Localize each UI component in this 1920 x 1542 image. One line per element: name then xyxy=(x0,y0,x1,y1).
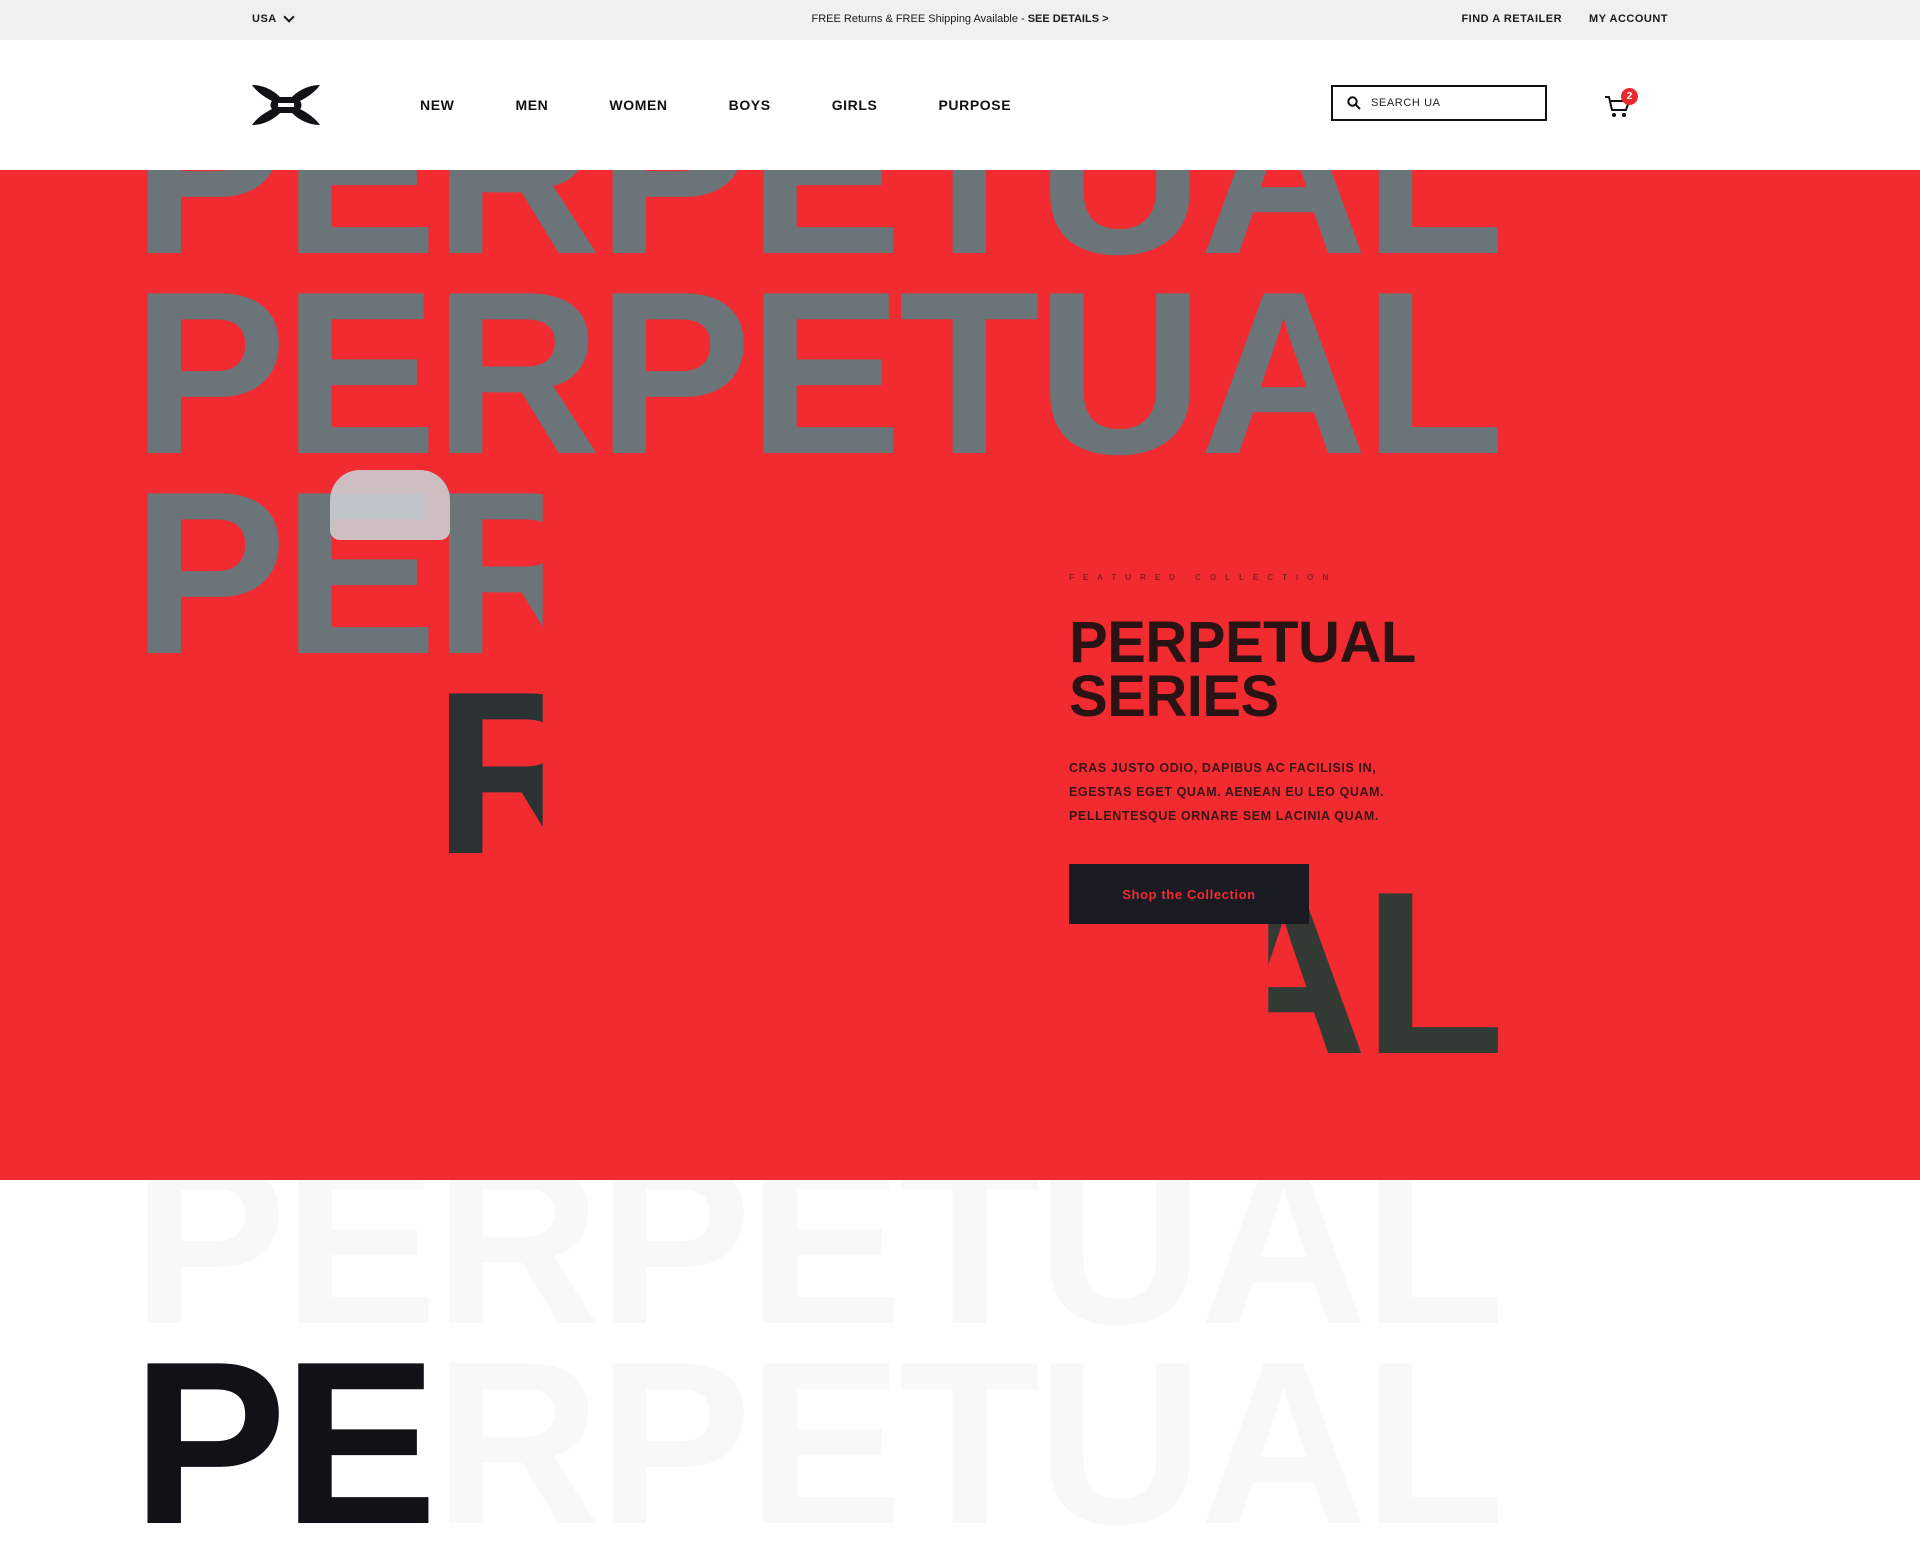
featured-eyebrow: FEATURED COLLECTION xyxy=(1069,573,1338,582)
shop-collection-button[interactable]: Shop the Collection xyxy=(1069,864,1309,924)
glove-image-detail xyxy=(330,470,450,540)
nav-item-women[interactable]: WOMEN xyxy=(609,97,667,113)
search-box[interactable] xyxy=(1331,85,1547,121)
bottom-word: PE xyxy=(132,1314,437,1542)
search-input[interactable] xyxy=(1369,96,1533,110)
utility-links: FIND A RETAILER MY ACCOUNT xyxy=(1461,13,1668,25)
nav-item-purpose[interactable]: PURPOSE xyxy=(938,97,1011,113)
under-armour-logo[interactable] xyxy=(250,83,322,127)
hero-title-line2: SERIES xyxy=(1069,664,1279,729)
nav-item-boys[interactable]: BOYS xyxy=(729,97,771,113)
below-hero-section: PERPETUAL PERPETUAL PE xyxy=(0,1180,1920,1542)
utility-bar: USA FREE Returns & FREE Shipping Availab… xyxy=(0,0,1920,40)
cart-button[interactable]: 2 xyxy=(1604,88,1638,124)
nav-item-new[interactable]: NEW xyxy=(420,97,454,113)
nav-item-men[interactable]: MEN xyxy=(515,97,548,113)
hero-title: PERPETUAL SERIES xyxy=(1069,610,1589,729)
hero-title-line1: PERPETUAL xyxy=(1069,610,1416,675)
my-account-link[interactable]: MY ACCOUNT xyxy=(1589,13,1668,25)
hero-banner: PERPETUAL PERPETUAL PERPETUAL PERPETUAL … xyxy=(0,170,1920,1180)
nav-item-girls[interactable]: GIRLS xyxy=(832,97,878,113)
hero-bg-word: PERPETUAL xyxy=(132,244,1505,503)
search-icon xyxy=(1347,96,1361,110)
promo-text: FREE Returns & FREE Shipping Available - xyxy=(811,13,1028,25)
see-details-link[interactable]: SEE DETAILS > xyxy=(1028,13,1109,25)
main-nav: NEW MEN WOMEN BOYS GIRLS PURPOSE xyxy=(420,97,1072,113)
main-header: NEW MEN WOMEN BOYS GIRLS PURPOSE 2 xyxy=(0,40,1920,170)
find-retailer-link[interactable]: FIND A RETAILER xyxy=(1461,13,1562,25)
cart-count-badge: 2 xyxy=(1621,88,1638,105)
hero-description: CRAS JUSTO ODIO, DAPIBUS AC FACILISIS IN… xyxy=(1069,761,1385,823)
featured-collection-panel: FEATURED COLLECTION PERPETUAL SERIES CRA… xyxy=(1069,573,1589,924)
